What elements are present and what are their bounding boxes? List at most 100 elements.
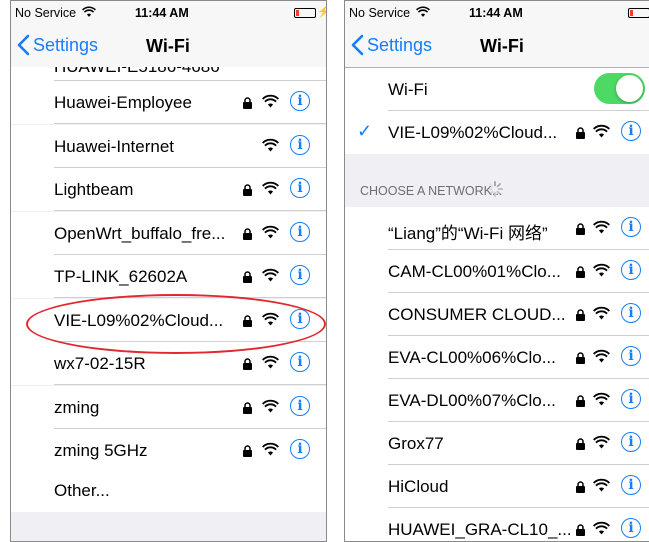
section-header-label: CHOOSE A NETWORK...	[360, 184, 503, 198]
lock-icon	[576, 395, 585, 407]
network-row[interactable]: CAM-CL00%01%Clo... i	[345, 250, 649, 293]
wifi-signal-icon	[593, 124, 610, 138]
lock-icon	[576, 481, 585, 493]
back-button[interactable]: Settings	[351, 34, 432, 56]
network-name: TP-LINK_62602A	[54, 267, 188, 286]
other-network-row[interactable]: Other...	[11, 469, 326, 512]
lock-icon	[243, 445, 252, 457]
network-name: HUAWEI_GRA-CL10_...	[388, 520, 572, 539]
back-button[interactable]: Settings	[17, 34, 98, 56]
lock-icon	[576, 438, 585, 450]
network-row[interactable]: zming 5GHz i	[11, 429, 326, 472]
wifi-signal-icon	[593, 392, 610, 406]
carrier-label: No Service	[349, 6, 411, 20]
connected-network-row[interactable]: ✓ VIE-L09%02%Cloud... i	[345, 111, 649, 154]
network-row[interactable]: Lightbeam i	[11, 168, 326, 211]
wifi-signal-icon	[593, 435, 610, 449]
network-name: HUAWEI-E5186-4686	[54, 67, 220, 77]
wifi-signal-icon	[262, 181, 279, 195]
info-icon[interactable]: i	[290, 178, 310, 198]
network-row[interactable]: Huawei-Employee i	[11, 81, 326, 124]
info-icon[interactable]: i	[621, 121, 641, 141]
right-phone-screen: No Service 11:44 AM Settings Wi-Fi Wi-Fi…	[344, 0, 649, 542]
wifi-signal-icon	[262, 225, 279, 238]
wifi-signal-icon	[262, 268, 279, 282]
battery-icon	[628, 8, 649, 18]
network-name: VIE-L09%02%Cloud...	[54, 310, 224, 330]
info-icon[interactable]: i	[290, 91, 310, 111]
network-name: EVA-CL00%06%Clo...	[388, 348, 556, 367]
info-icon[interactable]: i	[621, 518, 641, 538]
wifi-label: Wi-Fi	[388, 80, 428, 99]
network-row-partial[interactable]: HUAWEI-E5186-4686	[11, 67, 326, 81]
info-icon[interactable]: i	[290, 352, 310, 372]
network-row[interactable]: CONSUMER CLOUD... i	[345, 293, 649, 336]
back-label: Settings	[367, 34, 433, 55]
network-name: zming 5GHz	[54, 441, 148, 460]
wifi-signal-icon	[262, 312, 279, 325]
wifi-signal-icon	[262, 138, 279, 151]
info-icon[interactable]: i	[290, 395, 310, 416]
network-row[interactable]: OpenWrt_buffalo_fre... i	[11, 211, 326, 255]
lock-icon	[576, 266, 585, 278]
network-row[interactable]: “Liang”的“Wi-Fi 网络” i	[345, 207, 649, 250]
network-name: “Liang”的“Wi-Fi 网络”	[388, 224, 548, 243]
other-label: Other...	[54, 481, 110, 500]
charging-icon: ⚡	[317, 5, 326, 18]
info-icon[interactable]: i	[290, 134, 310, 155]
wifi-signal-icon	[593, 478, 610, 492]
info-icon[interactable]: i	[621, 303, 641, 323]
section-header: CHOOSE A NETWORK...	[345, 154, 649, 207]
network-name: wx7-02-15R	[54, 354, 146, 373]
lock-icon	[243, 184, 252, 196]
checkmark-icon: ✓	[357, 121, 373, 141]
network-row[interactable]: TP-LINK_62602A i	[11, 255, 326, 298]
lock-icon	[243, 314, 252, 327]
page-title: Wi-Fi	[480, 36, 524, 56]
network-row[interactable]: VIE-L09%02%Cloud... i	[11, 298, 326, 342]
wifi-signal-icon	[262, 399, 279, 412]
network-name: CONSUMER CLOUD...	[388, 305, 566, 324]
info-icon[interactable]: i	[621, 217, 641, 237]
clock: 11:44 AM	[135, 6, 189, 20]
network-row[interactable]: Grox77 i	[345, 422, 649, 465]
network-row[interactable]: HUAWEI_GRA-CL10_... i	[345, 508, 649, 541]
lock-icon	[576, 524, 585, 536]
wifi-toggle-row: Wi-Fi	[345, 68, 649, 111]
status-bar: No Service 11:44 AM ⚡	[11, 1, 326, 25]
info-icon[interactable]: i	[290, 308, 310, 329]
lock-icon	[576, 309, 585, 321]
status-bar: No Service 11:44 AM	[345, 1, 649, 25]
info-icon[interactable]: i	[621, 346, 641, 366]
info-icon[interactable]: i	[290, 221, 310, 242]
network-row[interactable]: Huawei-Internet i	[11, 124, 326, 168]
page-title: Wi-Fi	[146, 36, 190, 56]
lock-icon	[243, 227, 252, 240]
info-icon[interactable]: i	[621, 475, 641, 495]
network-row[interactable]: EVA-DL00%07%Clo... i	[345, 379, 649, 422]
chevron-left-icon	[351, 34, 364, 56]
info-icon[interactable]: i	[621, 432, 641, 452]
wifi-signal-icon	[262, 355, 279, 369]
network-name: Huawei-Employee	[54, 93, 192, 112]
network-row[interactable]: EVA-CL00%06%Clo... i	[345, 336, 649, 379]
network-row[interactable]: HiCloud i	[345, 465, 649, 508]
wifi-status-icon	[416, 6, 430, 17]
wifi-signal-icon	[593, 263, 610, 277]
battery-icon	[294, 8, 316, 18]
wifi-signal-icon	[593, 306, 610, 320]
wifi-toggle[interactable]	[594, 73, 645, 104]
wifi-signal-icon	[593, 220, 610, 234]
network-row[interactable]: wx7-02-15R i	[11, 342, 326, 385]
info-icon[interactable]: i	[290, 265, 310, 285]
wifi-signal-icon	[593, 521, 610, 535]
lock-icon	[576, 127, 585, 139]
network-name: Grox77	[388, 434, 444, 453]
info-icon[interactable]: i	[621, 389, 641, 409]
info-icon[interactable]: i	[290, 439, 310, 459]
network-name: CAM-CL00%01%Clo...	[388, 262, 561, 281]
network-row[interactable]: zming i	[11, 385, 326, 429]
lock-icon	[576, 223, 585, 235]
nav-bar: Settings Wi-Fi	[11, 25, 326, 68]
info-icon[interactable]: i	[621, 260, 641, 280]
